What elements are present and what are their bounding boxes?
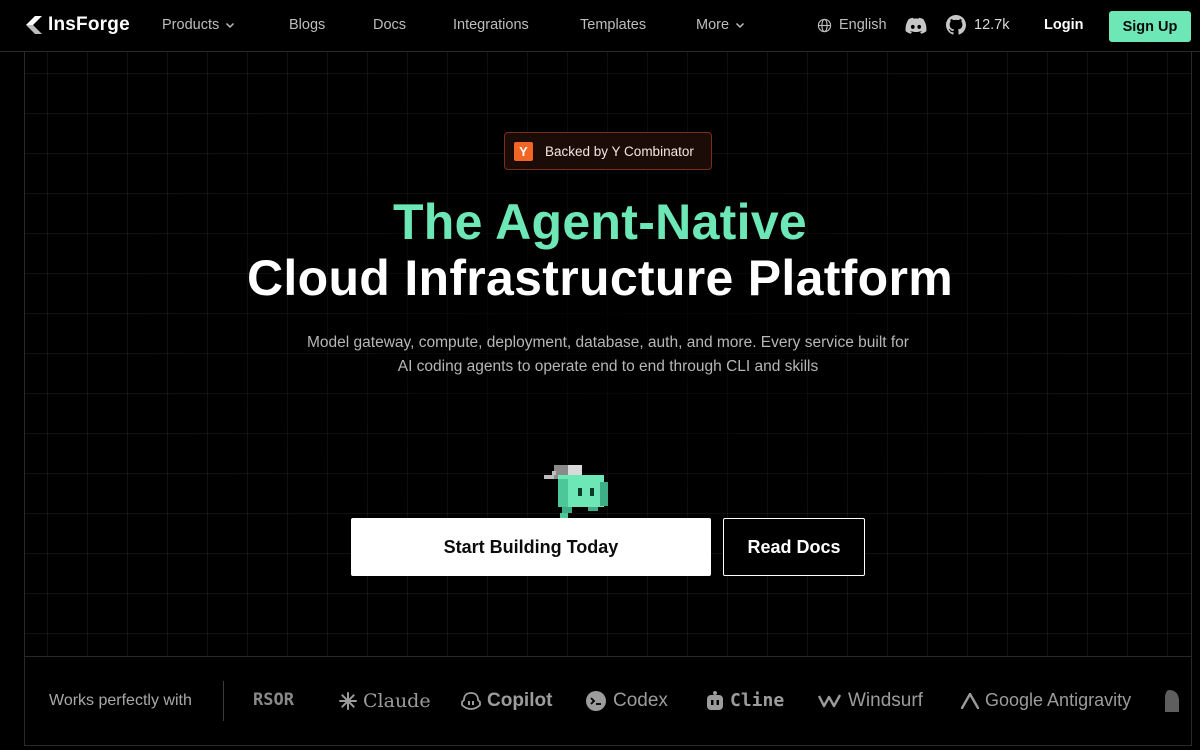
- github-stars-link[interactable]: 12.7k: [946, 15, 1009, 35]
- github-stars-count: 12.7k: [974, 17, 1010, 33]
- chevron-down-icon: [226, 22, 235, 29]
- pixel-mascot-icon: [544, 465, 608, 518]
- partner-copilot-label: Copilot: [487, 690, 553, 711]
- insforge-logo-icon: [26, 16, 42, 34]
- copilot-icon: [461, 692, 481, 710]
- nav-products[interactable]: Products: [162, 17, 235, 33]
- login-button[interactable]: Login: [1044, 17, 1083, 33]
- top-navigation: InsForge Products Blogs Docs Integration…: [0, 0, 1200, 52]
- nav-integrations[interactable]: Integrations: [453, 17, 529, 33]
- partner-cline-label: Cline: [730, 690, 785, 711]
- brand-name: InsForge: [48, 14, 130, 35]
- windsurf-icon: [818, 694, 842, 708]
- partner-codex: Codex: [585, 690, 668, 712]
- nav-docs[interactable]: Docs: [373, 17, 406, 33]
- partner-windsurf: Windsurf: [818, 690, 923, 712]
- partner-next-logo-icon: [1165, 690, 1179, 712]
- codex-icon: [586, 691, 606, 711]
- language-selector[interactable]: English: [817, 17, 887, 33]
- nav-integrations-label: Integrations: [453, 17, 529, 33]
- antigravity-icon: [961, 692, 979, 709]
- nav-docs-label: Docs: [373, 17, 407, 33]
- brand-logo[interactable]: InsForge: [24, 14, 130, 36]
- hero-subtitle: Model gateway, compute, deployment, data…: [270, 331, 946, 379]
- nav-templates[interactable]: Templates: [580, 17, 646, 33]
- signup-button[interactable]: Sign Up: [1109, 11, 1191, 42]
- partner-cline: Cline: [706, 690, 784, 711]
- partner-windsurf-label: Windsurf: [848, 690, 923, 711]
- github-icon: [946, 15, 966, 35]
- nav-blogs-label: Blogs: [289, 17, 326, 33]
- cline-icon: [707, 690, 723, 710]
- nav-products-label: Products: [162, 17, 220, 33]
- nav-more[interactable]: More: [696, 17, 745, 33]
- hero-subtitle-line1: Model gateway, compute, deployment, data…: [307, 334, 909, 351]
- yc-badge: Y Backed by Y Combinator: [504, 132, 712, 170]
- partner-cursor: RSOR: [253, 690, 294, 710]
- works-with-label: Works perfectly with: [49, 692, 192, 709]
- start-building-button[interactable]: Start Building Today: [351, 518, 711, 576]
- yc-badge-text: Backed by Y Combinator: [545, 143, 694, 159]
- partner-codex-label: Codex: [613, 690, 668, 711]
- partner-google-antigravity: Google Antigravity: [961, 690, 1131, 711]
- hero-subtitle-line2: AI coding agents to operate end to end t…: [397, 358, 819, 375]
- hero-title-line1: The Agent-Native: [392, 194, 808, 250]
- partner-copilot: Copilot: [461, 690, 552, 712]
- partner-cursor-label: RSOR: [253, 690, 294, 710]
- strip-divider: [223, 681, 224, 721]
- language-label: English: [839, 17, 887, 33]
- globe-icon: [817, 18, 832, 32]
- discord-icon[interactable]: [905, 16, 927, 36]
- claude-icon: [339, 692, 357, 710]
- ycombinator-icon: Y: [514, 141, 533, 161]
- partner-logos-strip: Works perfectly with RSOR Claude Copilot…: [24, 656, 1192, 746]
- partner-claude: Claude: [339, 690, 431, 712]
- chevron-down-icon: [736, 22, 745, 29]
- nav-blogs[interactable]: Blogs: [289, 17, 325, 33]
- hero-title-line2: Cloud Infrastructure Platform: [247, 250, 953, 306]
- nav-templates-label: Templates: [580, 17, 647, 33]
- nav-more-label: More: [696, 17, 730, 33]
- partner-antigravity-label: Google Antigravity: [985, 690, 1132, 710]
- read-docs-button[interactable]: Read Docs: [723, 518, 865, 576]
- partner-claude-label: Claude: [363, 690, 431, 712]
